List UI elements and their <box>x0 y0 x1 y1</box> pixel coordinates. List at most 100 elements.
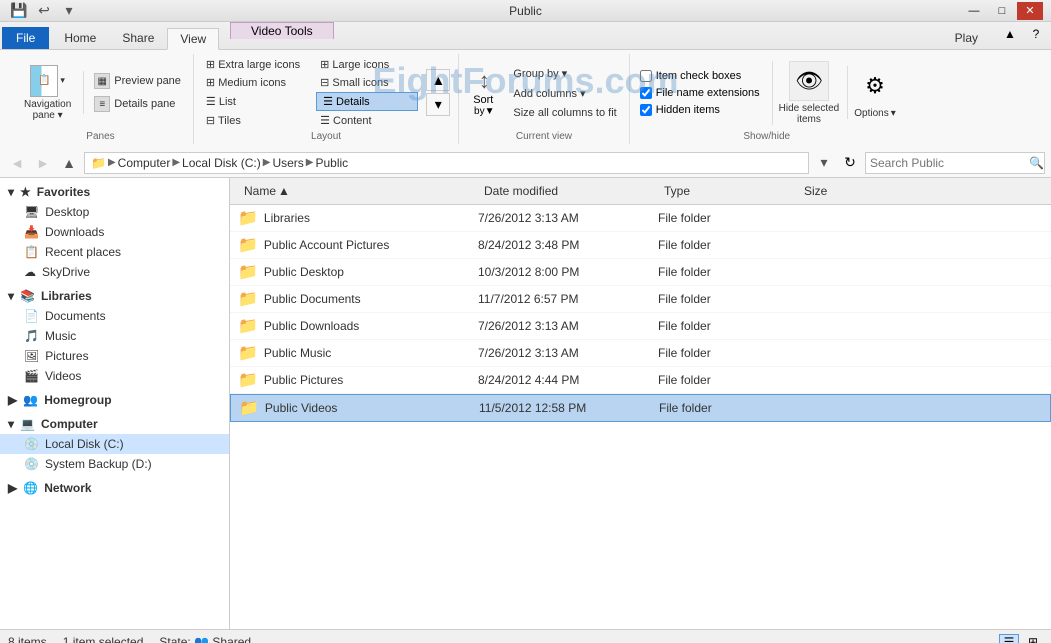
hide-selected-button[interactable]: 👁 Hide selecteditems <box>772 61 840 125</box>
sidebar-item-music[interactable]: 🎵 Music <box>0 326 229 346</box>
sort-button[interactable]: ↕ Sort by▼ <box>467 66 501 119</box>
header-type[interactable]: Type <box>658 182 798 200</box>
file-row[interactable]: 📁Public Pictures 8/24/2012 4:44 PM File … <box>230 367 1051 394</box>
hide-selected-icon: 👁 <box>789 61 829 101</box>
favorites-label: Favorites <box>37 185 90 199</box>
path-item-local-disk[interactable]: Local Disk (C:) <box>182 156 261 170</box>
tab-view[interactable]: View <box>167 28 219 50</box>
header-size[interactable]: Size <box>798 182 898 200</box>
network-expand-icon: ▶ <box>8 481 17 495</box>
panes-label: Panes <box>86 129 114 142</box>
quick-access-dropdown[interactable]: ▾ <box>58 2 80 20</box>
sidebar-item-pictures[interactable]: 🖼 Pictures <box>0 346 229 366</box>
file-row[interactable]: 📁Libraries 7/26/2012 3:13 AM File folder <box>230 205 1051 232</box>
options-button[interactable]: ⚙ Options ▾ <box>847 66 896 119</box>
hidden-items-checkbox[interactable] <box>640 104 652 116</box>
address-dropdown-button[interactable]: ▾ <box>813 152 835 174</box>
ribbon-collapse-btn[interactable]: ▲ <box>999 25 1021 43</box>
close-button[interactable]: ✕ <box>1017 2 1043 20</box>
file-list-header: Name ▲ Date modified Type Size <box>230 178 1051 205</box>
downloads-icon: 📥 <box>24 225 39 239</box>
sidebar-section-computer: ▾ 💻 Computer 💿 Local Disk (C:) 💿 System … <box>0 414 229 474</box>
show-hide-content: Item check boxes File name extensions Hi… <box>638 56 896 129</box>
layout-scroll-down[interactable]: ▾ <box>426 93 450 116</box>
sidebar-header-libraries[interactable]: ▾ 📚 Libraries <box>0 286 229 306</box>
path-item-computer[interactable]: Computer <box>118 156 171 170</box>
up-button[interactable]: ▲ <box>58 152 80 174</box>
size-all-columns-button[interactable]: Size all columns to fit <box>509 105 620 121</box>
folder-icon: 📁 <box>239 398 259 418</box>
ribbon-section-layout: ⊞ Extra large icons ⊞ Large icons ⊞ Medi… <box>194 54 459 144</box>
tab-play[interactable]: Play <box>942 27 991 49</box>
file-row[interactable]: 📁Public Music 7/26/2012 3:13 AM File fol… <box>230 340 1051 367</box>
path-item-folder-icon: 📁 <box>91 156 106 170</box>
network-label: Network <box>44 481 91 495</box>
item-check-boxes-toggle[interactable]: Item check boxes <box>638 69 762 83</box>
back-button[interactable]: ◄ <box>6 152 28 174</box>
tab-home[interactable]: Home <box>51 27 109 49</box>
file-name-extensions-toggle[interactable]: File name extensions <box>638 86 762 100</box>
tiles-btn[interactable]: ⊟ Tiles <box>202 112 304 129</box>
large-icons-btn[interactable]: ⊞ Large icons <box>316 56 418 73</box>
sidebar-item-system-backup-d[interactable]: 💿 System Backup (D:) <box>0 454 229 474</box>
details-view-button[interactable]: ☰ <box>999 634 1019 643</box>
item-check-boxes-checkbox[interactable] <box>640 70 652 82</box>
search-input[interactable] <box>870 156 1025 170</box>
preview-pane-button[interactable]: ▦ Preview pane <box>90 71 185 91</box>
homegroup-icon: 👥 <box>23 393 38 407</box>
small-icons-btn[interactable]: ⊟ Small icons <box>316 74 418 91</box>
path-item-users[interactable]: Users <box>272 156 303 170</box>
medium-icons-btn[interactable]: ⊞ Medium icons <box>202 74 304 91</box>
sidebar-item-recent-places[interactable]: 📋 Recent places <box>0 242 229 262</box>
sidebar-header-computer[interactable]: ▾ 💻 Computer <box>0 414 229 434</box>
file-row-selected[interactable]: 📁Public Videos 11/5/2012 12:58 PM File f… <box>230 394 1051 422</box>
sidebar-item-videos[interactable]: 🎬 Videos <box>0 366 229 386</box>
refresh-button[interactable]: ↻ <box>839 152 861 174</box>
sidebar-item-downloads[interactable]: 📥 Downloads <box>0 222 229 242</box>
layout-label: Layout <box>311 129 341 142</box>
sidebar-item-local-disk-c[interactable]: 💿 Local Disk (C:) <box>0 434 229 454</box>
quick-access-undo[interactable]: ↩ <box>33 2 55 20</box>
file-row[interactable]: 📁Public Downloads 7/26/2012 3:13 AM File… <box>230 313 1051 340</box>
sidebar-header-homegroup[interactable]: ▶ 👥 Homegroup <box>0 390 229 410</box>
details-btn[interactable]: ☰ Details <box>316 92 418 111</box>
computer-label: Computer <box>41 417 98 431</box>
main-area: ▾ ★ Favorites 🖥 Desktop 📥 Downloads 📋 Re… <box>0 178 1051 629</box>
system-backup-icon: 💿 <box>24 457 39 471</box>
hidden-items-toggle[interactable]: Hidden items <box>638 103 762 117</box>
content-btn[interactable]: ☰ Content <box>316 112 418 129</box>
documents-icon: 📄 <box>24 309 39 323</box>
tab-file[interactable]: File <box>2 27 49 49</box>
sidebar-item-desktop[interactable]: 🖥 Desktop <box>0 202 229 222</box>
help-btn[interactable]: ? <box>1025 25 1047 43</box>
group-by-button[interactable]: Group by ▾ <box>509 65 620 82</box>
sidebar-item-documents[interactable]: 📄 Documents <box>0 306 229 326</box>
file-row[interactable]: 📁Public Account Pictures 8/24/2012 3:48 … <box>230 232 1051 259</box>
navigation-pane-button[interactable]: 📋 ▾ Navigationpane ▾ <box>16 61 79 125</box>
file-name-extensions-checkbox[interactable] <box>640 87 652 99</box>
sidebar-item-skydrive[interactable]: ☁ SkyDrive <box>0 262 229 282</box>
file-row[interactable]: 📁Public Documents 11/7/2012 6:57 PM File… <box>230 286 1051 313</box>
list-btn[interactable]: ☰ List <box>202 92 304 111</box>
folder-icon: 📁 <box>238 289 258 309</box>
tab-share[interactable]: Share <box>109 27 167 49</box>
sidebar-header-favorites[interactable]: ▾ ★ Favorites <box>0 182 229 202</box>
extra-large-icons-btn[interactable]: ⊞ Extra large icons <box>202 56 304 73</box>
sidebar-header-network[interactable]: ▶ 🌐 Network <box>0 478 229 498</box>
path-item-public[interactable]: Public <box>315 156 348 170</box>
details-pane-button[interactable]: ≡ Details pane <box>90 94 185 114</box>
large-icons-view-button[interactable]: ⊞ <box>1023 634 1043 643</box>
address-path[interactable]: 📁 ▶ Computer ▶ Local Disk (C:) ▶ Users ▶… <box>84 152 809 174</box>
header-date-modified[interactable]: Date modified <box>478 182 658 200</box>
quick-access-save[interactable]: 💾 <box>8 2 30 20</box>
minimize-button[interactable]: — <box>961 2 987 20</box>
forward-button[interactable]: ► <box>32 152 54 174</box>
header-name[interactable]: Name ▲ <box>238 182 478 200</box>
maximize-button[interactable]: □ <box>989 2 1015 20</box>
favorites-collapse-icon: ▾ <box>8 185 14 199</box>
address-bar: ◄ ► ▲ 📁 ▶ Computer ▶ Local Disk (C:) ▶ U… <box>0 148 1051 178</box>
file-row[interactable]: 📁Public Desktop 10/3/2012 8:00 PM File f… <box>230 259 1051 286</box>
add-columns-button[interactable]: Add columns ▾ <box>509 85 620 102</box>
homegroup-expand-icon: ▶ <box>8 393 17 407</box>
layout-scroll-up[interactable]: ▲ <box>426 69 450 91</box>
